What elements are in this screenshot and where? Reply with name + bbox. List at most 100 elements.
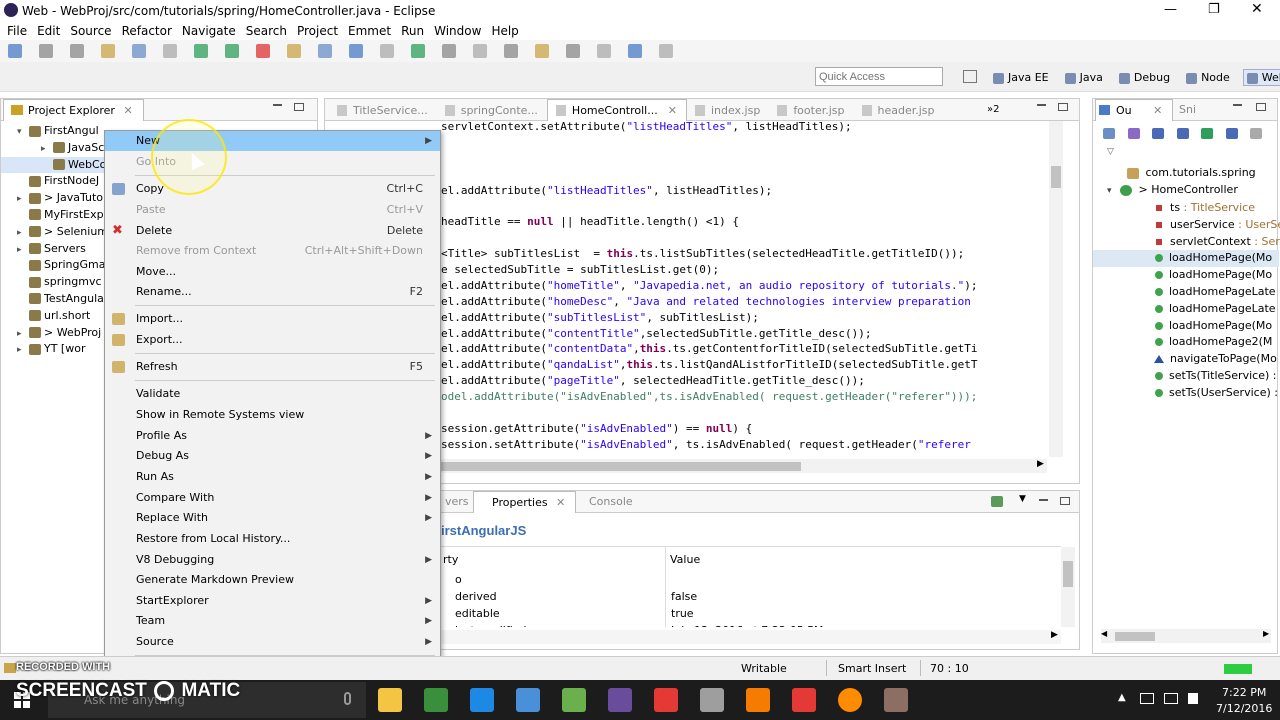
hide-fields-icon[interactable] (1152, 127, 1164, 139)
outline-member[interactable]: loadHomePage2(M (1093, 334, 1279, 351)
minimize-button[interactable]: — (1164, 2, 1177, 17)
expand-icon[interactable]: ▸ (17, 326, 29, 343)
menu-item-v8-debugging[interactable]: V8 Debugging ▶ (105, 550, 440, 570)
expand-icon[interactable]: ▸ (17, 242, 29, 259)
network-icon[interactable] (1164, 693, 1178, 704)
maximize-icon[interactable] (1060, 497, 1070, 505)
outline-member[interactable]: loadHomePageLate (1093, 301, 1279, 318)
outline-member[interactable]: setTs(UserService) : (1093, 385, 1279, 402)
menu-item-show-in-remote-systems-view[interactable]: Show in Remote Systems view (105, 405, 440, 425)
perspective-node[interactable]: Node (1183, 70, 1233, 85)
tab-project-explorer[interactable]: Project Explorer ✕ (3, 99, 144, 121)
menu-item-debug-as[interactable]: Debug As ▶ (105, 446, 440, 466)
forward-icon[interactable] (628, 44, 642, 58)
menu-item-generate-markdown-preview[interactable]: Generate Markdown Preview (105, 570, 440, 590)
code-line[interactable]: <Title> subTitlesList = this.ts.listSubT… (441, 246, 1061, 262)
menu-item-copy[interactable]: Copy Ctrl+C (105, 179, 440, 199)
menu-item-run-as[interactable]: Run As ▶ (105, 467, 440, 487)
close-button[interactable]: ✕ (1251, 1, 1263, 17)
minimize-icon[interactable] (273, 104, 282, 106)
quick-access-input[interactable] (815, 67, 943, 86)
outline-class[interactable]: ▾ > HomeController (1107, 182, 1238, 199)
screencast-icon[interactable] (838, 688, 862, 712)
maximize-icon[interactable] (1256, 103, 1266, 111)
menu-refactor[interactable]: Refactor (117, 22, 177, 40)
minimize-icon[interactable] (1233, 104, 1242, 106)
outline-member[interactable]: loadHomePage(Mo (1093, 267, 1279, 284)
menu-run[interactable]: Run (396, 22, 429, 40)
collapse-all-icon[interactable] (1103, 127, 1115, 139)
maximize-icon[interactable] (294, 103, 304, 111)
menu-item-refresh[interactable]: Refresh F5 (105, 357, 440, 377)
editor-tab[interactable]: TitleService... (329, 100, 437, 122)
close-icon[interactable]: ✕ (668, 104, 677, 117)
code-line[interactable]: e selectedSubTitle = subTitlesList.get(0… (441, 262, 1061, 278)
property-row[interactable]: o (441, 571, 1061, 588)
eclipse-icon[interactable] (608, 688, 632, 712)
expand-icon[interactable]: ▸ (17, 191, 29, 208)
properties-vertical-scrollbar[interactable] (1061, 547, 1075, 627)
external-tools-icon[interactable] (473, 44, 487, 58)
menu-help[interactable]: Help (486, 22, 523, 40)
menu-item-profile-as[interactable]: Profile As ▶ (105, 426, 440, 446)
minimize-icon[interactable] (1039, 499, 1048, 501)
store-icon[interactable] (424, 688, 448, 712)
tab-properties[interactable]: Properties ✕ (473, 491, 577, 513)
sort-icon[interactable] (1127, 127, 1140, 139)
outline-member[interactable]: userService : UserSe (1093, 217, 1280, 234)
menu-item-delete[interactable]: ✖ Delete Delete (105, 221, 440, 241)
run-icon[interactable] (194, 44, 208, 58)
hide-nonpublic-icon[interactable] (1201, 127, 1213, 139)
save-all-icon[interactable] (70, 44, 84, 58)
menu-file[interactable]: File (2, 22, 32, 40)
last-edit-icon[interactable] (566, 44, 580, 58)
maximize-icon[interactable] (1058, 103, 1068, 111)
tab-console[interactable]: Console (579, 491, 643, 513)
code-line[interactable]: odel.addAttribute("isAdvEnabled",ts.isAd… (441, 389, 1061, 405)
tab-snippets[interactable]: Sni (1169, 99, 1206, 121)
tab-servers[interactable]: vers (435, 491, 479, 513)
menu-search[interactable]: Search (241, 22, 292, 40)
code-line[interactable] (441, 230, 1061, 246)
pin-icon[interactable] (991, 496, 1003, 507)
property-row[interactable]: last modified July 12, 2016 at 7:22:05 PM (441, 622, 1061, 627)
debug-icon[interactable] (225, 44, 239, 58)
coverage-icon[interactable] (442, 44, 456, 58)
outline-menu-icon[interactable]: ▽ (1107, 147, 1114, 157)
view-menu-icon[interactable]: ▼ (1019, 494, 1026, 504)
code-line[interactable]: el.addAttribute("homeTitle", "Javapedia.… (441, 278, 1061, 294)
save-icon[interactable] (39, 44, 53, 58)
code-line[interactable] (441, 405, 1061, 421)
code-line[interactable]: el.addAttribute("contentData",this.ts.ge… (441, 341, 1061, 357)
menu-item-startexplorer[interactable]: StartExplorer ▶ (105, 591, 440, 611)
menu-project[interactable]: Project (292, 22, 343, 40)
outline-member[interactable]: servletContext : Serv (1093, 234, 1280, 251)
outline-member[interactable]: ts : TitleService (1093, 200, 1279, 217)
code-line[interactable]: el.addAttribute("pageTitle", selectedHea… (441, 373, 1061, 389)
build-icon[interactable] (163, 44, 177, 58)
remote-desktop-icon[interactable] (516, 688, 540, 712)
outline-member[interactable]: navigateToPage(Mo (1093, 351, 1279, 368)
stop-icon[interactable] (256, 44, 270, 58)
menu-item-rename[interactable]: Rename... F2 (105, 282, 440, 302)
next-annotation-icon[interactable] (504, 44, 518, 58)
menu-item-restore-from-local-history[interactable]: Restore from Local History... (105, 529, 440, 549)
menu-item-move[interactable]: Move... (105, 262, 440, 282)
menu-edit[interactable]: Edit (32, 22, 65, 40)
notification-icon[interactable] (1140, 693, 1154, 704)
close-icon[interactable]: ✕ (123, 104, 132, 117)
app-icon[interactable] (884, 688, 908, 712)
more-tabs-indicator[interactable]: »2 (987, 99, 999, 121)
outline-member[interactable]: setTs(TitleService) : (1093, 368, 1279, 385)
open-perspective-icon[interactable] (963, 70, 977, 83)
tray-chevron-icon[interactable]: ▲ (1118, 692, 1126, 703)
scroll-right-icon[interactable]: ▶ (1051, 630, 1058, 640)
menu-item-replace-with[interactable]: Replace With ▶ (105, 508, 440, 528)
file-explorer-icon[interactable] (378, 688, 402, 712)
close-icon[interactable]: ✕ (556, 496, 565, 509)
maximize-button[interactable]: ❐ (1208, 2, 1220, 17)
team-icon[interactable] (380, 44, 394, 58)
hide-local-icon[interactable] (1225, 127, 1238, 139)
menu-navigate[interactable]: Navigate (177, 22, 241, 40)
menu-source[interactable]: Source (65, 22, 116, 40)
